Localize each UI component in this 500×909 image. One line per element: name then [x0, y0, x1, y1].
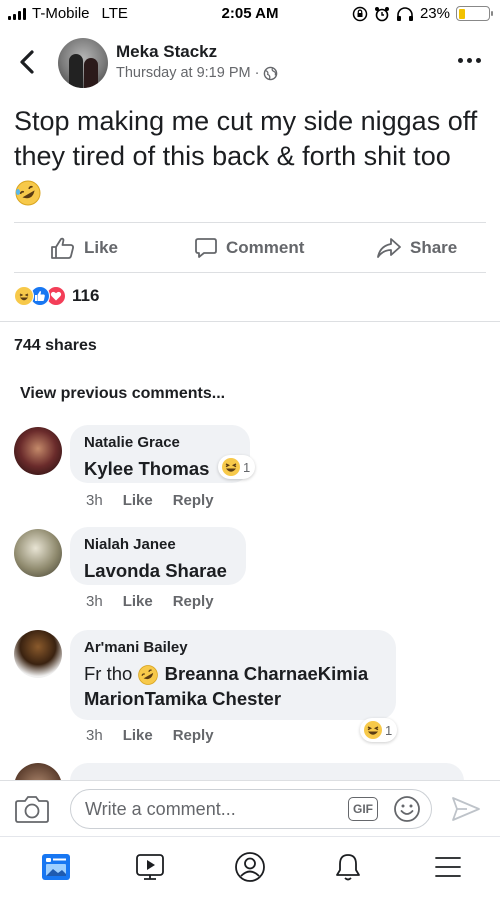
post-text: Stop making me cut my side niggas off th…: [14, 106, 478, 171]
reaction-count: 1: [243, 459, 251, 475]
comment-reaction[interactable]: 1: [218, 455, 256, 479]
gif-button[interactable]: GIF: [348, 797, 378, 821]
comment-text: Fr tho: [84, 663, 133, 684]
comment-author[interactable]: Ar'mani Bailey: [84, 639, 382, 656]
tab-news-feed[interactable]: [36, 849, 76, 885]
tagged-user[interactable]: Breanna CharnaeKimia: [165, 663, 369, 684]
comment-time: 3h: [86, 593, 103, 610]
comment-reaction[interactable]: 1: [360, 718, 398, 742]
comment-like-button[interactable]: Like: [123, 492, 153, 509]
send-button[interactable]: [450, 795, 482, 823]
headphones-icon: [396, 6, 413, 21]
comment-icon: [195, 238, 217, 258]
smiley-icon: [394, 796, 420, 822]
comment-meta: 3h Like Reply: [86, 593, 214, 610]
share-label: Share: [410, 238, 458, 257]
haha-reaction-icon: [364, 721, 382, 739]
chevron-left-icon: [20, 50, 34, 74]
post-meta: Thursday at 9:19 PM ·: [116, 65, 278, 81]
reaction-count: 116: [72, 286, 100, 305]
share-icon: [377, 238, 401, 258]
back-button[interactable]: [14, 46, 42, 78]
divider: [0, 321, 500, 322]
globe-icon: [264, 66, 278, 80]
meta-separator: ·: [254, 65, 260, 81]
tagged-user[interactable]: MarionTamika Chester: [84, 688, 281, 709]
comment-like-button[interactable]: Like: [123, 593, 153, 610]
profile-icon: [235, 852, 265, 882]
comment-like-button[interactable]: Like: [123, 727, 153, 744]
share-button[interactable]: Share: [376, 236, 457, 260]
post-body: Stop making me cut my side niggas off th…: [14, 104, 484, 209]
shares-count[interactable]: 744 shares: [14, 337, 97, 355]
commenter-avatar[interactable]: [14, 427, 62, 475]
more-options-button[interactable]: [454, 48, 484, 72]
comment-bubble[interactable]: Ar'mani Bailey Fr tho Breanna CharnaeKim…: [70, 630, 396, 720]
view-previous-comments-link[interactable]: View previous comments...: [20, 385, 225, 403]
status-bar: T-Mobile LTE 2:05 AM 23%: [0, 0, 500, 28]
status-right: 23%: [352, 5, 493, 22]
post-header: Meka Stackz Thursday at 9:19 PM ·: [0, 34, 500, 96]
bottom-tab-bar: [0, 836, 500, 909]
comment-body: Fr tho Breanna CharnaeKimia MarionTamika…: [84, 661, 382, 711]
rolling-laughing-emoji-icon: [15, 180, 41, 206]
comment-time: 3h: [86, 727, 103, 744]
camera-button[interactable]: [14, 793, 50, 825]
tab-menu[interactable]: [428, 849, 468, 885]
tab-notifications[interactable]: [328, 849, 368, 885]
tagged-user[interactable]: Lavonda Sharae: [84, 560, 227, 581]
lock-rotation-icon: [352, 6, 368, 21]
comment-reply-button[interactable]: Reply: [173, 727, 214, 744]
author-name[interactable]: Meka Stackz: [116, 42, 217, 62]
like-button[interactable]: Like: [50, 236, 118, 260]
emoji-button[interactable]: [393, 795, 421, 823]
comment-bubble[interactable]: Nialah Janee Lavonda Sharae: [70, 527, 246, 585]
comment-meta: 3h Like Reply: [86, 492, 214, 509]
comment-reply-button[interactable]: Reply: [173, 492, 214, 509]
rolling-laughing-emoji-icon: [138, 665, 159, 685]
divider: [14, 222, 486, 223]
author-avatar[interactable]: [58, 38, 108, 88]
reactions-summary[interactable]: 116: [14, 286, 99, 306]
bell-icon: [336, 854, 360, 881]
commenter-avatar[interactable]: [14, 630, 62, 678]
tab-profile[interactable]: [230, 849, 270, 885]
battery-icon: [456, 6, 493, 21]
battery-percent: 23%: [419, 5, 450, 22]
comment-author[interactable]: Natalie Grace: [84, 434, 236, 451]
like-label: Like: [84, 238, 119, 257]
comment-body: Lavonda Sharae: [84, 558, 232, 583]
tagged-user[interactable]: Kylee Thomas: [84, 458, 209, 479]
comment-meta: 3h Like Reply: [86, 727, 214, 744]
commenter-avatar[interactable]: [14, 529, 62, 577]
reaction-count: 1: [385, 722, 393, 738]
hamburger-menu-icon: [435, 857, 461, 877]
comment-label: Comment: [226, 238, 305, 257]
comment-author[interactable]: Nialah Janee: [84, 536, 232, 553]
post-timestamp[interactable]: Thursday at 9:19 PM: [116, 65, 251, 81]
camera-icon: [15, 796, 49, 823]
comment-reply-button[interactable]: Reply: [173, 593, 214, 610]
alarm-icon: [374, 6, 389, 21]
haha-reaction-icon: [14, 286, 34, 306]
comment-composer: GIF: [0, 780, 500, 836]
divider: [14, 272, 486, 273]
tab-watch[interactable]: [130, 849, 170, 885]
comment-button[interactable]: Comment: [194, 236, 304, 260]
action-bar: Like Comment Share: [0, 228, 500, 270]
watch-video-icon: [136, 854, 164, 880]
comment-time: 3h: [86, 492, 103, 509]
news-feed-icon: [42, 854, 70, 880]
thumbs-up-icon: [51, 237, 74, 259]
haha-reaction-icon: [222, 458, 240, 476]
send-icon: [452, 797, 480, 821]
comment-body: Kylee Thomas: [84, 456, 236, 481]
battery-fill: [458, 8, 466, 19]
